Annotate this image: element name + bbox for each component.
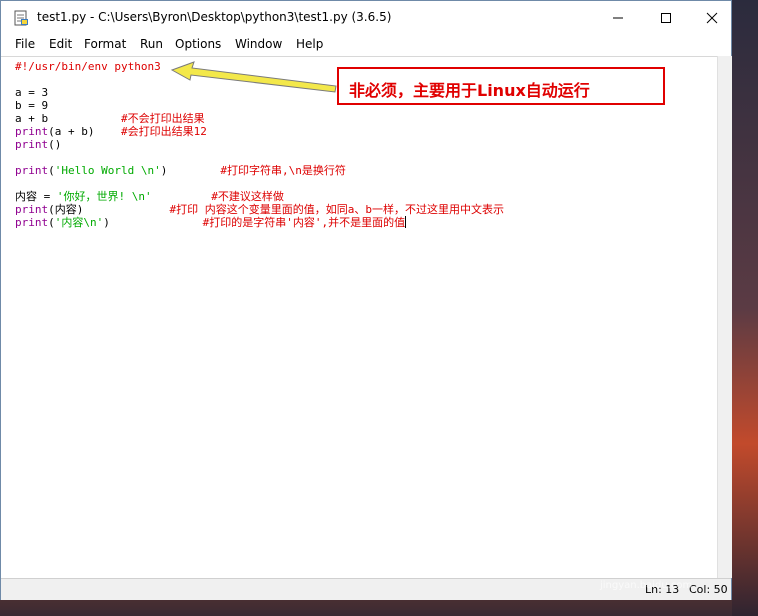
code-text: (	[48, 164, 55, 177]
title-bar[interactable]: test1.py - C:\Users\Byron\Desktop\python…	[1, 1, 731, 35]
menu-run[interactable]: Run	[140, 37, 163, 51]
code-line-1: #!/usr/bin/env python3	[15, 60, 161, 73]
vertical-scrollbar[interactable]	[717, 56, 732, 578]
code-text: ()	[48, 138, 62, 151]
code-line-11: 内容 = '你好，世界! \n' #不建议这样做	[15, 190, 284, 203]
code-comment: #打印的是字符串'内容',并不是里面的值	[202, 216, 406, 229]
code-comment: #不建议这样做	[211, 190, 284, 203]
maximize-button[interactable]	[643, 1, 689, 35]
menu-bar: File Edit Format Run Options Window Help	[1, 35, 731, 55]
keyword-print: print	[15, 216, 49, 229]
code-line-13: print('内容\n') #打印的是字符串'内容',并不是里面的值	[15, 216, 407, 229]
code-string: 'Hello World \n'	[54, 164, 161, 177]
code-line-12: print(内容) #打印 内容这个变量里面的值，如同a、b一样，不过这里用中文…	[15, 203, 504, 216]
code-text: (内容)	[48, 203, 170, 216]
menu-format[interactable]: Format	[84, 37, 126, 51]
code-editor[interactable]: #!/usr/bin/env python3 a = 3 b = 9 a + b…	[1, 56, 717, 579]
code-text: b = 9	[15, 99, 49, 112]
keyword-print: print	[15, 125, 49, 138]
code-comment: #打印 内容这个变量里面的值，如同a、b一样，不过这里用中文表示	[169, 203, 504, 216]
code-text: )	[103, 216, 203, 229]
desktop-background	[732, 0, 758, 616]
minimize-button[interactable]	[595, 1, 641, 35]
maximize-icon	[661, 13, 671, 23]
code-text: )	[160, 164, 221, 177]
text-cursor	[405, 216, 407, 228]
code-line-7: print()	[15, 138, 61, 151]
minimize-icon	[613, 17, 623, 19]
code-line-6: print(a + b) #会打印出结果12	[15, 125, 207, 138]
code-string: '你好，世界! \n'	[56, 190, 152, 203]
annotation-callout: 非必须，主要用于Linux自动运行	[337, 67, 665, 105]
shebang-comment: #!/usr/bin/env python3	[15, 60, 161, 73]
code-line-5: a + b #不会打印出结果	[15, 112, 205, 125]
close-button[interactable]	[689, 1, 735, 35]
watermark-logo: Bai 经验	[580, 554, 671, 579]
code-line-9: print('Hello World \n') #打印字符串,\n是换行符	[15, 164, 346, 177]
menu-file[interactable]: File	[15, 37, 35, 51]
status-column: Col: 50	[689, 583, 728, 596]
python-file-icon	[14, 10, 28, 26]
menu-options[interactable]: Options	[175, 37, 221, 51]
window-title: test1.py - C:\Users\Byron\Desktop\python…	[37, 10, 392, 24]
code-text: a = 3	[15, 86, 49, 99]
menu-help[interactable]: Help	[296, 37, 323, 51]
keyword-print: print	[15, 138, 49, 151]
code-text: (	[48, 216, 55, 229]
code-comment: #打印字符串,\n是换行符	[220, 164, 346, 177]
code-comment: #不会打印出结果	[120, 112, 205, 125]
code-text: (a + b)	[48, 125, 121, 138]
watermark-url: jingyan.baidu.com	[600, 580, 693, 591]
annotation-text: 非必须，主要用于Linux自动运行	[349, 81, 590, 100]
menu-edit[interactable]: Edit	[49, 37, 72, 51]
code-text: a + b	[15, 112, 121, 125]
menu-window[interactable]: Window	[235, 37, 282, 51]
keyword-print: print	[15, 164, 49, 177]
code-line-3: a = 3	[15, 86, 48, 99]
close-icon	[706, 12, 718, 24]
code-text: 内容 =	[15, 190, 57, 203]
keyword-print: print	[15, 203, 49, 216]
code-string: '内容\n'	[54, 216, 104, 229]
annotation-arrow-icon	[170, 61, 337, 93]
code-line-4: b = 9	[15, 99, 48, 112]
code-comment: #会打印出结果12	[120, 125, 207, 138]
